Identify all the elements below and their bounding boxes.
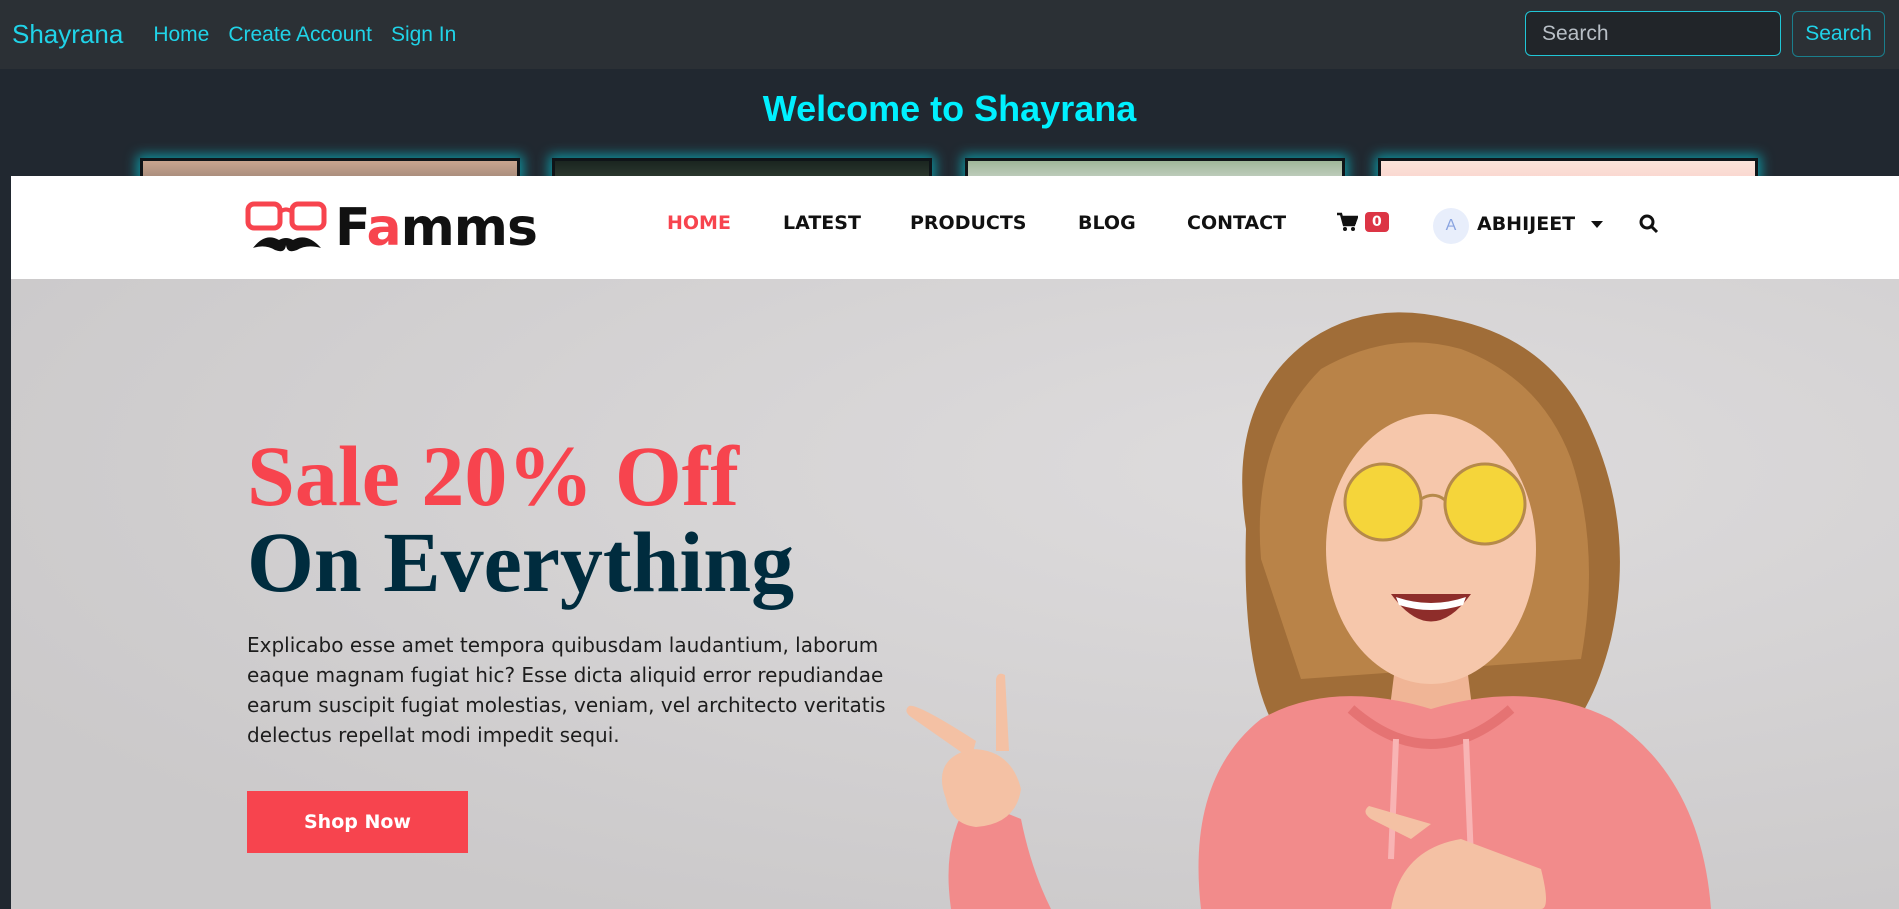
glasses-mustache-icon bbox=[245, 201, 327, 252]
site-nav-blog[interactable]: BLOG bbox=[1078, 212, 1136, 234]
nav-create-account-link[interactable]: Create Account bbox=[228, 23, 372, 47]
site-nav-latest[interactable]: LATEST bbox=[783, 212, 861, 234]
welcome-heading: Welcome to Shayrana bbox=[762, 88, 1137, 129]
search-input[interactable] bbox=[1525, 11, 1781, 56]
site-nav-products[interactable]: PRODUCTS bbox=[910, 212, 1027, 234]
nav-sign-in-link[interactable]: Sign In bbox=[391, 23, 456, 47]
cart-count-badge: 0 bbox=[1365, 212, 1389, 232]
search-button[interactable]: Search bbox=[1792, 11, 1885, 57]
hero-title-everything: On Everything bbox=[247, 514, 795, 610]
user-menu-name[interactable]: ABHIJEET bbox=[1477, 213, 1575, 235]
cart-icon bbox=[1337, 212, 1358, 231]
logo-text: Famms bbox=[335, 198, 538, 258]
hero-title-sale: Sale 20% Off bbox=[247, 428, 740, 524]
famms-logo[interactable]: Famms bbox=[245, 198, 538, 258]
cart-button[interactable]: 0 bbox=[1336, 212, 1389, 232]
chevron-down-icon[interactable] bbox=[1591, 221, 1603, 228]
search-icon[interactable] bbox=[1639, 214, 1659, 234]
brand-link[interactable]: Shayrana bbox=[12, 19, 123, 50]
nav-home-link[interactable]: Home bbox=[153, 23, 209, 47]
top-navbar: Shayrana Home Create Account Sign In Sea… bbox=[0, 0, 1899, 69]
avatar[interactable]: A bbox=[1433, 208, 1469, 244]
shop-now-button[interactable]: Shop Now bbox=[247, 791, 468, 853]
site-nav-contact[interactable]: CONTACT bbox=[1187, 212, 1286, 234]
hero-banner: Sale 20% Off On Everything Explicabo ess… bbox=[11, 279, 1899, 909]
famms-site-frame: Famms HOME LATEST PRODUCTS BLOG CONTACT … bbox=[11, 176, 1899, 909]
hero-description: Explicabo esse amet tempora quibusdam la… bbox=[247, 633, 886, 747]
site-nav-home[interactable]: HOME bbox=[667, 212, 731, 234]
site-header: Famms HOME LATEST PRODUCTS BLOG CONTACT … bbox=[11, 176, 1899, 279]
